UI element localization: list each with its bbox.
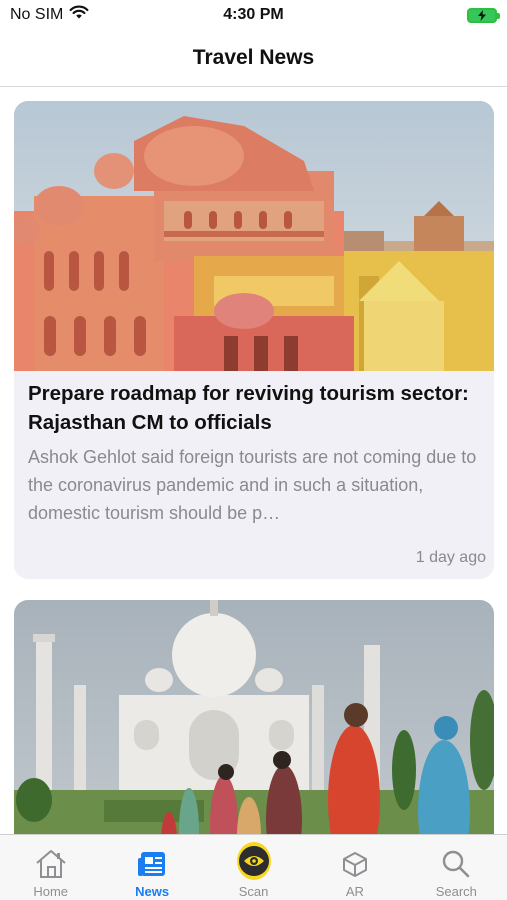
news-card[interactable] [14,600,494,834]
article-title[interactable]: Prepare roadmap for reviving tourism sec… [28,379,480,437]
cube-icon [338,847,372,881]
tab-label: Scan [238,884,269,899]
article-summary: Ashok Gehlot said foreign tourists are n… [28,447,477,523]
scan-eye-icon [236,842,271,881]
search-icon [439,847,473,881]
tab-bar: Home News Scan AR Search [0,834,507,900]
article-timestamp: 1 day ago [415,549,486,566]
status-bar: No SIM 4:30 PM [0,0,507,30]
status-time: 4:30 PM [223,6,284,23]
tab-news[interactable]: News [101,835,202,900]
news-icon [135,847,169,881]
scan-button [236,842,271,880]
tab-label: Search [435,884,477,899]
tab-label: Home [33,884,69,899]
page-title: Travel News [192,46,315,69]
navigation-bar: Travel News [0,30,507,87]
tab-scan[interactable]: Scan [203,835,304,900]
hawa-mahal-photo [14,101,494,371]
tab-home[interactable]: Home [0,835,101,900]
card-body: Prepare roadmap for reviving tourism sec… [14,371,494,527]
tab-search[interactable]: Search [406,835,507,900]
news-feed[interactable]: Prepare roadmap for reviving tourism sec… [0,88,507,834]
battery-icon [467,7,500,23]
tab-label: News [135,884,170,899]
taj-mahal-photo [14,600,494,834]
home-icon [34,847,68,881]
tab-ar[interactable]: AR [304,835,405,900]
tab-label: AR [345,884,364,899]
news-card[interactable]: Prepare roadmap for reviving tourism sec… [14,101,494,579]
